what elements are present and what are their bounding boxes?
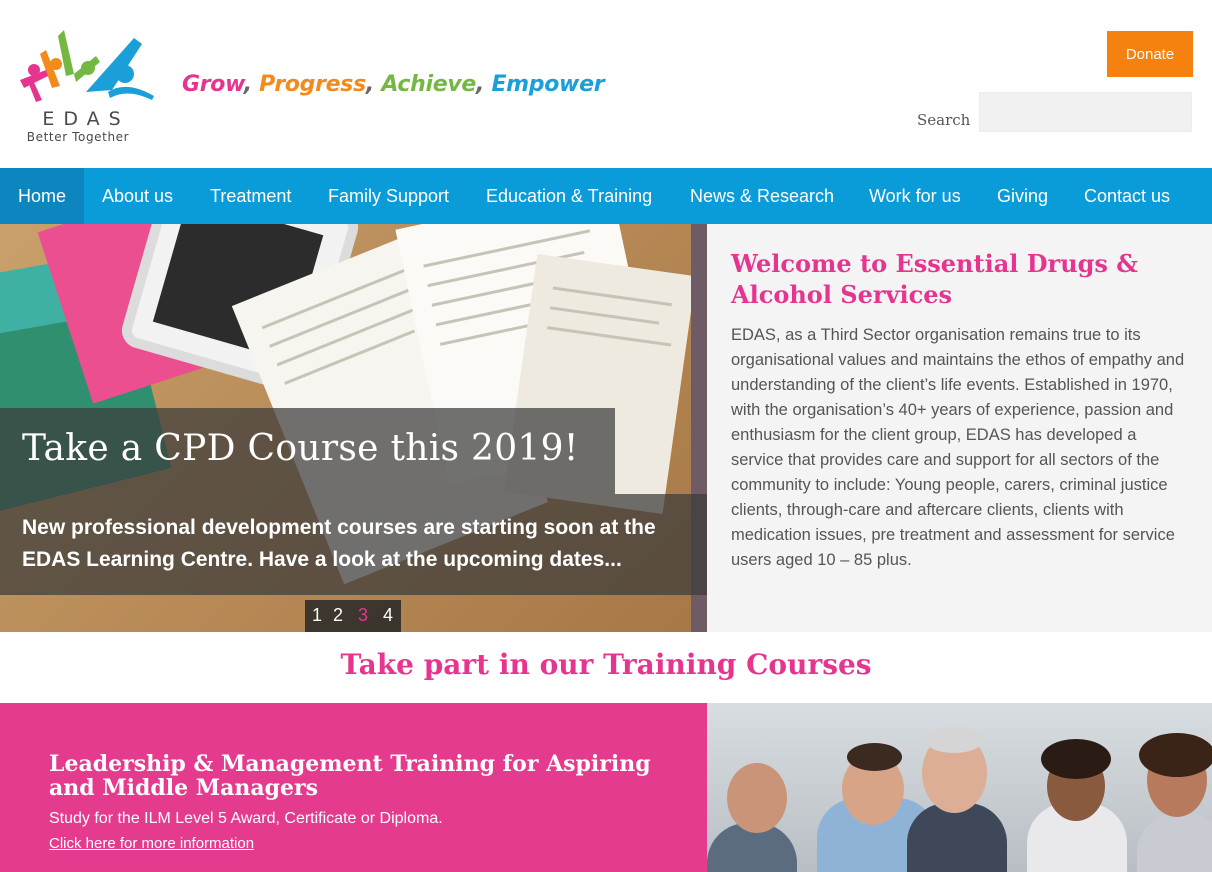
training-photo <box>707 703 1212 872</box>
logo-wordmark: EDAS <box>42 108 130 130</box>
course-description: Study for the ILM Level 5 Award, Certifi… <box>49 810 443 827</box>
welcome-panel: Welcome to Essential Drugs & Alcohol Ser… <box>707 224 1212 632</box>
nav-item-contact-us[interactable]: Contact us <box>1084 168 1170 224</box>
course-promo: Leadership & Management Training for Asp… <box>0 703 707 872</box>
slide-dot-4[interactable]: 4 <box>383 605 393 626</box>
nav-item-home[interactable]: Home <box>0 168 84 224</box>
slide-dot-2[interactable]: 2 <box>333 605 343 626</box>
nav-item-news-research[interactable]: News & Research <box>690 168 834 224</box>
slogan-separator: , <box>365 72 382 97</box>
search-label: Search <box>917 111 971 129</box>
logo-tagline: Better Together <box>26 130 130 144</box>
slogan-separator: , <box>476 72 492 97</box>
welcome-title: Welcome to Essential Drugs & Alcohol Ser… <box>731 249 1138 309</box>
search-input[interactable] <box>979 92 1192 132</box>
site-slogan: Grow, Progress, Achieve, Empower <box>182 72 605 97</box>
donate-button[interactable]: Donate <box>1107 31 1193 77</box>
slogan-progress: Progress <box>259 72 366 97</box>
slogan-achieve: Achieve <box>381 72 477 97</box>
nav-item-about-us[interactable]: About us <box>102 168 173 224</box>
nav-item-treatment[interactable]: Treatment <box>210 168 291 224</box>
slide-dot-1[interactable]: 1 <box>312 605 322 626</box>
slide-description: New professional development courses are… <box>22 516 656 571</box>
nav-item-giving[interactable]: Giving <box>997 168 1048 224</box>
welcome-text: EDAS, as a Third Sector organisation rem… <box>731 326 1185 569</box>
nav-item-family-support[interactable]: Family Support <box>328 168 449 224</box>
edas-logo[interactable]: EDAS Better Together <box>16 30 156 148</box>
nav-item-education-training[interactable]: Education & Training <box>486 168 652 224</box>
slider-pager: 1 2 3 4 <box>305 600 401 632</box>
nav-item-work-for-us[interactable]: Work for us <box>869 168 961 224</box>
slide-dot-3[interactable]: 3 <box>358 605 368 626</box>
hero-slider[interactable]: Take a CPD Course this 2019! New profess… <box>0 224 707 632</box>
training-heading: Take part in our Training Courses <box>340 648 872 681</box>
course-more-info-link[interactable]: Click here for more information <box>49 835 254 852</box>
logo-figures-icon <box>20 30 154 102</box>
slogan-grow: Grow <box>182 72 244 97</box>
slide-title[interactable]: Take a CPD Course this 2019! <box>22 428 579 469</box>
course-title: Leadership & Management Training for Asp… <box>49 751 651 801</box>
slogan-separator: , <box>243 72 260 97</box>
site-header: EDAS Better Together Grow, Progress, Ach… <box>0 0 1212 168</box>
slogan-empower: Empower <box>491 72 605 97</box>
main-navigation: Home About us Treatment Family Support E… <box>0 168 1212 224</box>
